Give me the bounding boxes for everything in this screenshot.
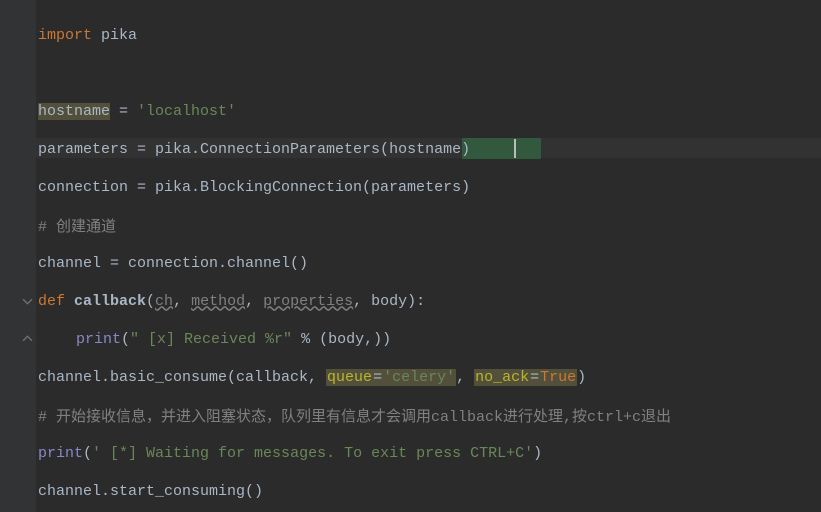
code-line[interactable]: channel.basic_consume(callback, queue='c…	[36, 358, 821, 396]
paren: (	[83, 445, 92, 462]
var-hostname: hostname	[38, 103, 110, 120]
text: , body):	[353, 293, 425, 310]
sep: ,	[456, 369, 474, 386]
string-fmt: " [x] Received %r"	[130, 331, 292, 348]
op-eq: =	[110, 103, 137, 120]
comment: # 开始接收信息，并进入阻塞状态，队列里有信息才会调用callback进行处理,…	[38, 405, 671, 426]
comment: # 创建通道	[38, 215, 116, 236]
code-line[interactable]: connection = pika.BlockingConnection(par…	[36, 168, 821, 206]
keyword-import: import	[38, 27, 92, 44]
code-line[interactable]: # 开始接收信息，并进入阻塞状态，队列里有信息才会调用callback进行处理,…	[36, 396, 821, 434]
kwarg-noack: no_ack	[474, 369, 530, 386]
code-line[interactable]: print(' [*] Waiting for messages. To exi…	[36, 434, 821, 472]
code-editor[interactable]: import pika hostname = 'localhost' param…	[0, 0, 821, 512]
string-waiting: ' [*] Waiting for messages. To exit pres…	[92, 445, 533, 462]
paren: )	[533, 445, 542, 462]
builtin-print: print	[76, 331, 121, 348]
text: connection = pika.BlockingConnection(par…	[38, 179, 470, 196]
param-properties: properties	[263, 293, 353, 310]
param-method: method	[191, 293, 245, 310]
code-line[interactable]: channel = connection.channel()	[36, 244, 821, 282]
str-celery: 'celery'	[382, 369, 456, 386]
kwarg-queue: queue	[326, 369, 373, 386]
paren: )	[577, 369, 586, 386]
text: channel.start_consuming()	[38, 483, 263, 500]
op-eq: =	[373, 369, 382, 386]
paren: (	[121, 331, 130, 348]
module-name: pika	[92, 27, 137, 44]
fold-open-icon[interactable]	[22, 296, 33, 307]
text: channel.basic_consume(callback,	[38, 369, 326, 386]
fold-end-icon[interactable]	[22, 333, 33, 344]
sep: ,	[173, 293, 191, 310]
text: parameters = pika.ConnectionParameters(	[38, 141, 389, 158]
code-line[interactable]: print(" [x] Received %r" % (body,))	[36, 320, 821, 358]
keyword-def: def	[38, 293, 74, 310]
code-line[interactable]: def callback(ch, method, properties, bod…	[36, 282, 821, 320]
bool-true: True	[539, 369, 577, 386]
code-area[interactable]: import pika hostname = 'localhost' param…	[36, 0, 821, 512]
text: channel = connection.channel()	[38, 255, 308, 272]
code-line[interactable]: import pika	[36, 16, 821, 54]
paren: (	[146, 293, 155, 310]
paren: )	[461, 141, 470, 158]
gutter	[0, 0, 36, 512]
builtin-print: print	[38, 445, 83, 462]
code-line[interactable]: channel.start_consuming()	[36, 472, 821, 510]
code-line[interactable]: parameters = pika.ConnectionParameters(h…	[36, 130, 821, 168]
param-ch: ch	[155, 293, 173, 310]
func-name: callback	[74, 293, 146, 310]
code-line[interactable]: hostname = 'localhost'	[36, 92, 821, 130]
code-line[interactable]: # 创建通道	[36, 206, 821, 244]
op-eq: =	[530, 369, 539, 386]
string-localhost: 'localhost'	[137, 103, 236, 120]
arg-hostname: hostname	[389, 141, 461, 158]
sep: ,	[245, 293, 263, 310]
text: % (body,))	[292, 331, 391, 348]
